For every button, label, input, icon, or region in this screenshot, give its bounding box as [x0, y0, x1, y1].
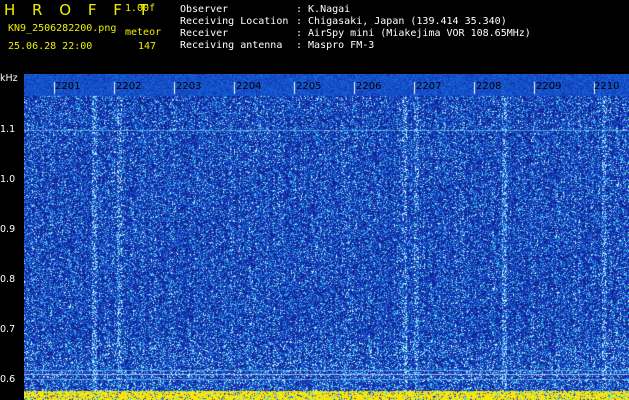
app-version: 1.00f [125, 3, 156, 14]
x-tick-2201: 2201 [55, 81, 81, 92]
info-label-observer: Observer [180, 4, 229, 15]
y-tick-1-1: 1.1 [0, 124, 16, 135]
y-tick-1-0: 1.0 [0, 174, 16, 185]
mode-label: meteor [125, 27, 162, 38]
x-tick-2206: 2206 [356, 81, 382, 92]
x-tick-2210: 2210 [594, 81, 620, 92]
info-label-receiver: Receiver [180, 28, 229, 39]
info-label-antenna: Receiving antenna [180, 40, 283, 51]
info-value-observer: : K.Nagai [296, 4, 351, 15]
x-tick-2209: 2209 [536, 81, 562, 92]
info-value-receiver: : AirSpy mini (Miakejima VOR 108.65MHz) [296, 28, 531, 39]
x-tick-2208: 2208 [476, 81, 502, 92]
x-tick-2203: 2203 [176, 81, 202, 92]
axis-unit-label: kHz [0, 73, 18, 84]
y-tick-0-8: 0.8 [0, 274, 16, 285]
echo-count: 147 [137, 41, 156, 52]
x-tick-2207: 2207 [416, 81, 442, 92]
x-tick-2205: 2205 [296, 81, 322, 92]
header-panel: H R O F F T 1.00f KN9_2506282200.png met… [0, 0, 629, 74]
info-value-antenna: : Maspro FM-3 [296, 40, 375, 51]
capture-datetime: 25.06.28 22:00 [8, 41, 93, 52]
y-tick-0-9: 0.9 [0, 224, 16, 235]
y-tick-0-6: 0.6 [0, 374, 16, 385]
info-label-location: Receiving Location [180, 16, 289, 27]
file-name: KN9_2506282200.png [8, 23, 117, 34]
info-value-location: : Chigasaki, Japan (139.414 35.340) [296, 16, 507, 27]
frequency-axis: kHz 1.1 1.0 0.9 0.8 0.7 0.6 [0, 74, 24, 400]
y-tick-0-7: 0.7 [0, 324, 16, 335]
spectrogram-canvas [24, 74, 629, 400]
x-tick-2202: 2202 [116, 81, 142, 92]
x-tick-2204: 2204 [236, 81, 262, 92]
